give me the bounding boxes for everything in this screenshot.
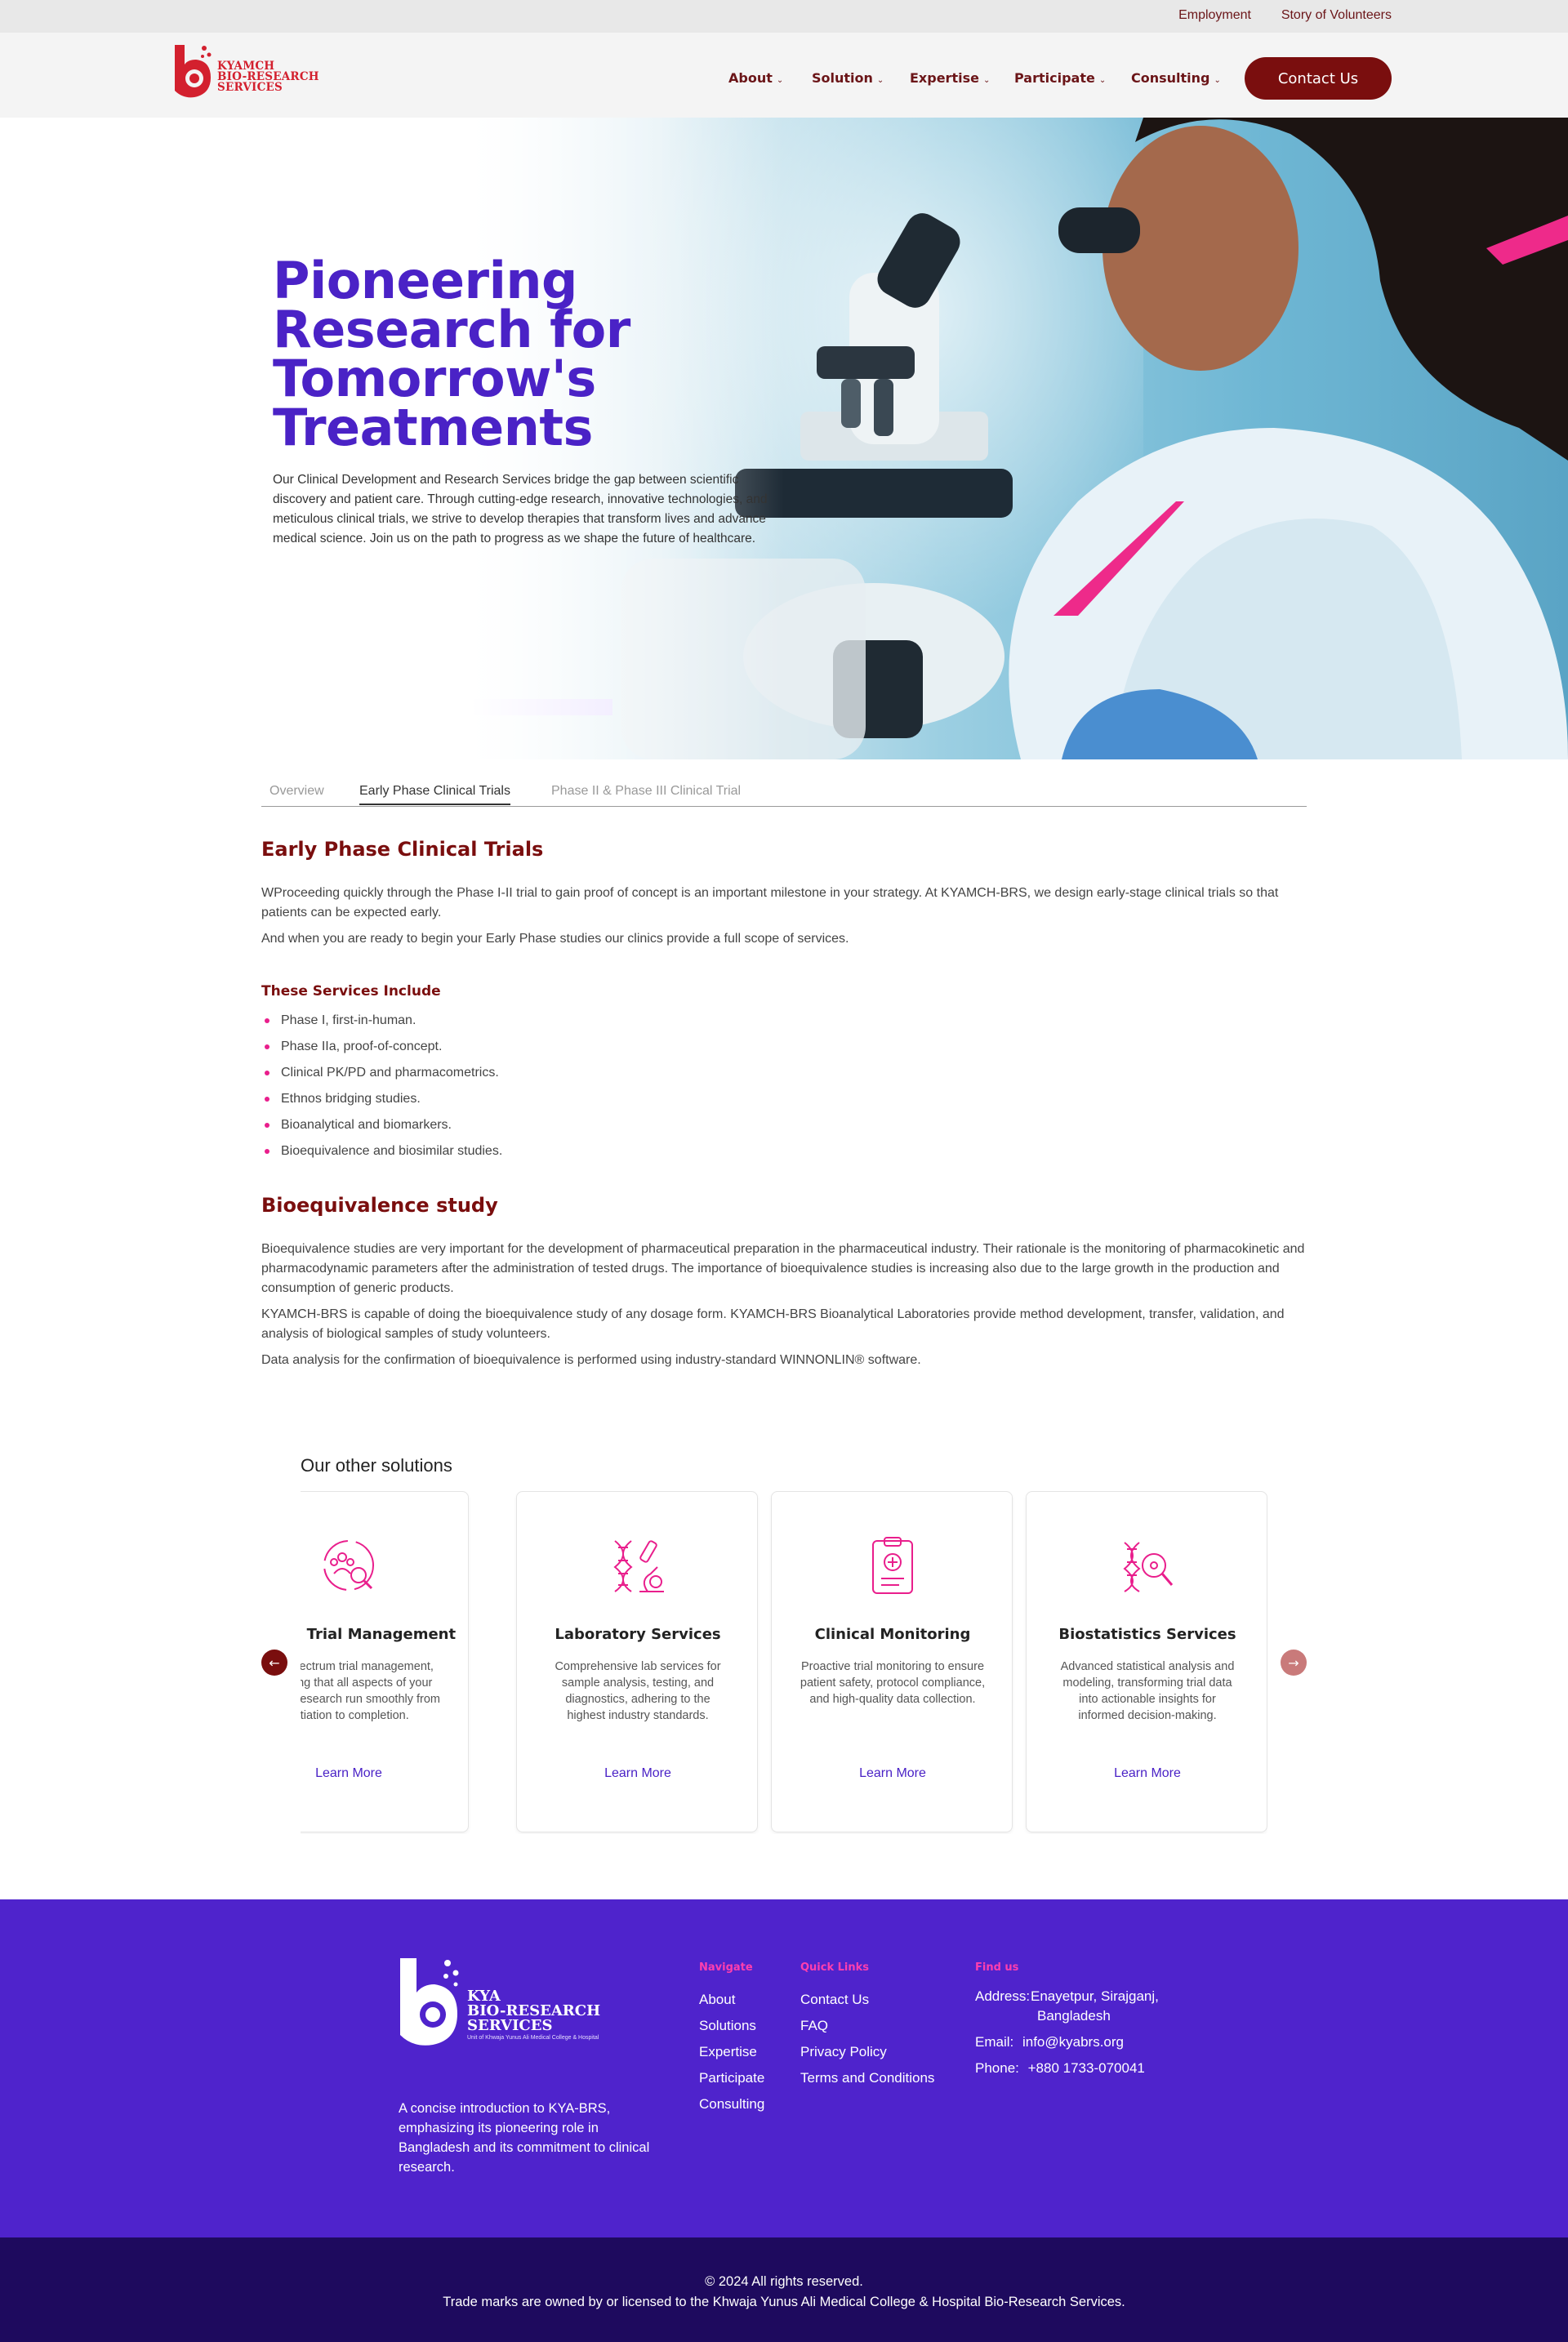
hero-description: Our Clinical Development and Research Se… — [273, 473, 768, 545]
card-title: Clinical Monitoring — [814, 1626, 971, 1643]
employment-link[interactable]: Employment — [1178, 8, 1251, 23]
list-item: Clinical PK/PD and pharmacometrics. — [261, 1060, 751, 1086]
carousel-next-button[interactable]: → — [1281, 1650, 1307, 1676]
nav-item-solution[interactable]: Solution ⌄ — [812, 70, 884, 86]
carousel-prev-button[interactable]: ← — [261, 1650, 287, 1676]
site-header: KYAMCH BIO-RESEARCH SERVICES About ⌄ Solu… — [0, 33, 1568, 118]
early-phase-paragraph-2: And when you are ready to begin your Ear… — [261, 932, 849, 946]
chevron-down-icon: ⌄ — [982, 76, 991, 85]
list-item: Phase I, first-in-human. — [261, 1008, 751, 1034]
nav-item-about[interactable]: About ⌄ — [728, 70, 783, 86]
story-of-volunteers-link[interactable]: Story of Volunteers — [1281, 8, 1392, 23]
solution-card: Laboratory Services Comprehensive lab se… — [516, 1491, 758, 1832]
solutions-carousel: Clinical Trial Management Full-spectrum … — [301, 1491, 1267, 1834]
list-item: Phase IIa, proof-of-concept. — [261, 1034, 751, 1060]
footer-link-terms[interactable]: Terms and Conditions — [800, 2065, 934, 2091]
footer-link-about[interactable]: About — [699, 1987, 764, 2013]
card-title: Laboratory Services — [555, 1626, 721, 1643]
footer-phone-link[interactable]: +880 1733-070041 — [1028, 2060, 1145, 2076]
card-description: Proactive trial monitoring to ensure pat… — [800, 1660, 986, 1706]
footer-find-us-column: Find us Address: Enayetpur, Sirajganj, B… — [975, 1961, 1159, 2085]
footer-link-expertise[interactable]: Expertise — [699, 2039, 764, 2065]
bioequivalence-paragraph-2: KYAMCH-BRS is capable of doing the bioeq… — [261, 1307, 1285, 1341]
learn-more-link[interactable]: Learn More — [1027, 1766, 1267, 1781]
footer-address: Address: Enayetpur, Sirajganj, Banglades… — [975, 1988, 1159, 2024]
card-title: Biostatistics Services — [1058, 1626, 1236, 1643]
nav-item-participate[interactable]: Participate ⌄ — [1014, 70, 1106, 86]
logo-mark-icon — [175, 45, 212, 98]
card-description: Advanced statistical analysis and modeli… — [1060, 1660, 1235, 1722]
learn-more-link[interactable]: Learn More — [517, 1766, 759, 1781]
footer-link-solutions[interactable]: Solutions — [699, 2013, 764, 2039]
services-heading: These Services Include — [261, 983, 441, 1000]
tab-overview[interactable]: Overview — [270, 784, 324, 804]
learn-more-link[interactable]: Learn More — [301, 1766, 470, 1781]
learn-more-link[interactable]: Learn More — [772, 1766, 1013, 1781]
footer-navigate-column: Navigate About Solutions Expertise Parti… — [699, 1961, 764, 2117]
trial-management-icon — [323, 1540, 374, 1591]
early-phase-paragraph-1: WProceeding quickly through the Phase I-… — [261, 886, 1279, 919]
footer-phone: Phone: +880 1733-070041 — [975, 2060, 1145, 2076]
footer-email-link[interactable]: info@kyabrs.org — [1022, 2034, 1124, 2050]
site-footer: KYA BIO-RESEARCH SERVICES Unit of Khwaja… — [0, 1899, 1568, 2237]
solution-card: Biostatistics Services Advanced statisti… — [1026, 1491, 1267, 1832]
footer-link-faq[interactable]: FAQ — [800, 2013, 934, 2039]
card-title: Clinical Trial Management — [301, 1626, 457, 1643]
hero-section: Pioneering Research for Tomorrow's Treat… — [0, 118, 1568, 759]
footer-link-privacy[interactable]: Privacy Policy — [800, 2039, 934, 2065]
early-phase-heading: Early Phase Clinical Trials — [261, 838, 544, 861]
clipboard-icon — [872, 1537, 913, 1594]
bioequivalence-heading: Bioequivalence study — [261, 1194, 498, 1217]
bioequivalence-paragraph-3: Data analysis for the confirmation of bi… — [261, 1353, 921, 1367]
hero-lab-image — [0, 118, 1568, 759]
footer-link-contact[interactable]: Contact Us — [800, 1987, 934, 2013]
list-item: Bioequivalence and biosimilar studies. — [261, 1138, 751, 1164]
solution-card: Clinical Monitoring Proactive trial moni… — [771, 1491, 1013, 1832]
card-description: Comprehensive lab services for sample an… — [555, 1660, 721, 1722]
footer-link-consulting[interactable]: Consulting — [699, 2091, 764, 2117]
footer-navigate-heading: Navigate — [699, 1961, 753, 1974]
footer-quick-links-heading: Quick Links — [800, 1961, 870, 1974]
list-item: Bioanalytical and biomarkers. — [261, 1112, 751, 1138]
nav-item-expertise[interactable]: Expertise ⌄ — [910, 70, 990, 86]
other-solutions-title: Our other solutions — [301, 1455, 452, 1476]
solution-card: Clinical Trial Management Full-spectrum … — [301, 1491, 469, 1832]
list-item: Ethnos bridging studies. — [261, 1086, 751, 1112]
nav-item-consulting[interactable]: Consulting ⌄ — [1131, 70, 1221, 86]
tab-phase-2-3[interactable]: Phase II & Phase III Clinical Trial — [551, 784, 741, 804]
footer-logo[interactable]: KYA BIO-RESEARCH SERVICES Unit of Khwaja… — [397, 1955, 642, 2061]
footer-email: Email: info@kyabrs.org — [975, 2034, 1124, 2050]
copyright-text: © 2024 All rights reserved. Trade marks … — [443, 2274, 1125, 2309]
services-list: Phase I, first-in-human. Phase IIa, proo… — [261, 1008, 751, 1164]
top-utility-bar: Employment Story of Volunteers — [0, 0, 1568, 33]
chevron-down-icon: ⌄ — [1098, 76, 1107, 85]
tab-early-phase[interactable]: Early Phase Clinical Trials — [359, 784, 510, 805]
copyright-bar: © 2024 All rights reserved. Trade marks … — [0, 2237, 1568, 2342]
footer-find-us-heading: Find us — [975, 1961, 1019, 1974]
footer-quick-links-column: Quick Links Contact Us FAQ Privacy Polic… — [800, 1961, 934, 2091]
logo-wordmark: KYAMCH BIO-RESEARCH SERVICES — [217, 60, 319, 94]
footer-logo-subtitle: Unit of Khwaja Yunus Ali Medical College… — [467, 2035, 599, 2041]
card-description: Full-spectrum trial management, ensuring… — [301, 1660, 441, 1722]
footer-link-participate[interactable]: Participate — [699, 2065, 764, 2091]
chevron-down-icon: ⌄ — [876, 76, 884, 85]
footer-about-text: A concise introduction to KYA-BRS, empha… — [399, 2101, 650, 2175]
footer-logo-wordmark: KYA BIO-RESEARCH SERVICES — [467, 1988, 601, 2034]
chevron-down-icon: ⌄ — [776, 76, 784, 85]
hero-title: Pioneering Research for Tomorrow's Treat… — [273, 251, 630, 457]
contact-us-button[interactable]: Contact Us — [1245, 57, 1392, 100]
footer-logo-mark-icon — [400, 1958, 459, 2046]
chevron-down-icon: ⌄ — [1214, 76, 1221, 85]
site-logo[interactable]: KYAMCH BIO-RESEARCH SERVICES — [170, 40, 333, 105]
dna-search-icon — [1123, 1542, 1174, 1592]
content-tabs: Overview Early Phase Clinical Trials Pha… — [261, 781, 1307, 807]
laboratory-icon — [613, 1540, 664, 1592]
bioequivalence-paragraph-1: Bioequivalence studies are very importan… — [261, 1242, 1305, 1295]
